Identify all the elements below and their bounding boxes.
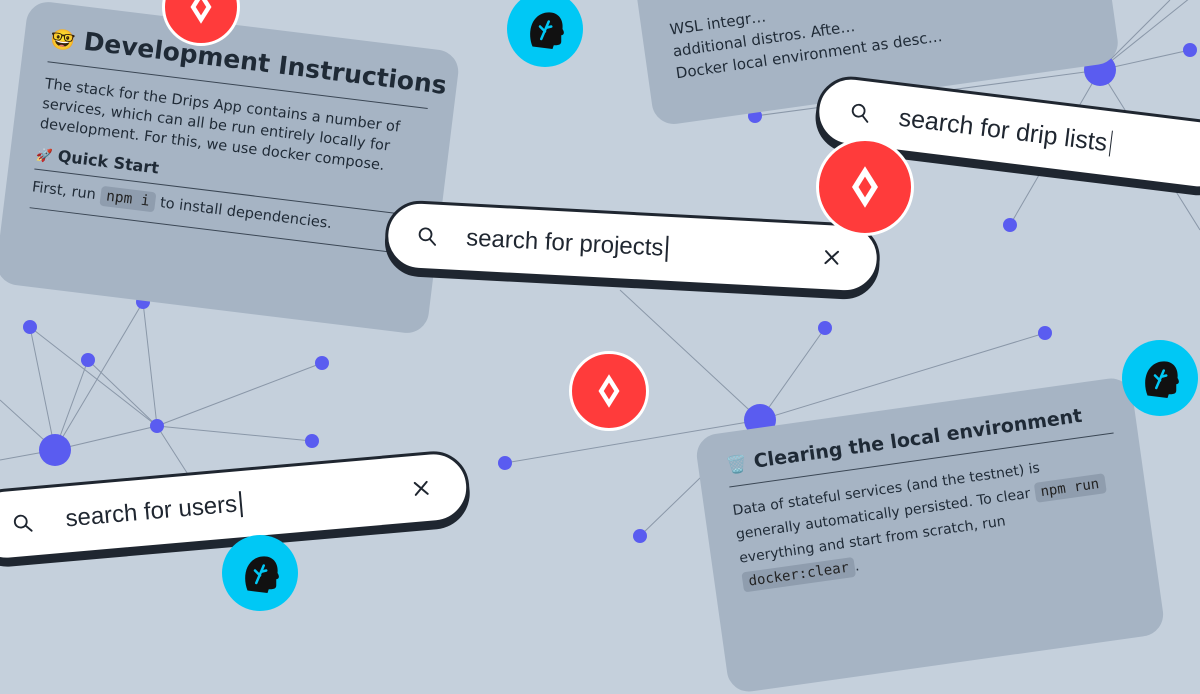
rocket-emoji-icon: 🚀 xyxy=(35,147,54,165)
search-icon xyxy=(13,514,33,532)
search-drip-lists-text[interactable]: search for drip lists xyxy=(897,103,1109,157)
text-caret xyxy=(1108,130,1114,157)
trash-emoji-icon: 🗑️ xyxy=(725,453,749,477)
nerd-emoji-icon: 🤓 xyxy=(48,26,77,54)
drips-logo xyxy=(569,351,649,431)
search-icon xyxy=(851,103,869,123)
drips-logo xyxy=(816,138,914,236)
close-icon[interactable] xyxy=(411,479,431,499)
radicle-head-logo xyxy=(1122,340,1198,416)
text-caret xyxy=(238,491,243,518)
dev-instructions-card: 🤓 Development Instructions The stack for… xyxy=(0,0,461,336)
search-projects-text[interactable]: search for projects xyxy=(465,224,665,262)
npm-i-code: npm i xyxy=(99,185,157,213)
close-icon[interactable] xyxy=(822,248,841,267)
search-icon xyxy=(418,227,437,246)
text-caret xyxy=(665,235,669,262)
search-users-text[interactable]: search for users xyxy=(64,491,238,534)
